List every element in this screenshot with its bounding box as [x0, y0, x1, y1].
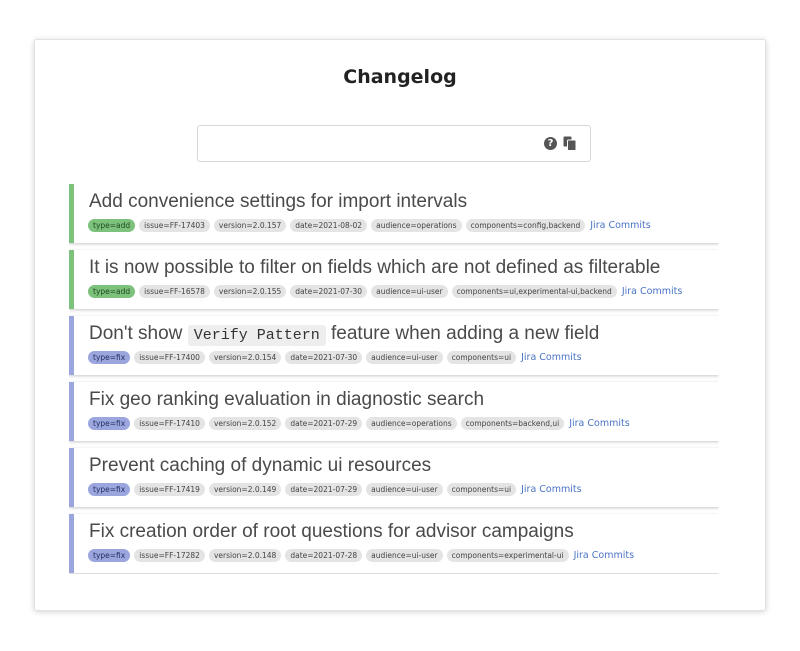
entry-tags: type=add issue=FF-17403 version=2.0.157 dat…	[88, 219, 651, 232]
entry-title: Prevent caching of dynamic ui resources	[89, 455, 431, 477]
filter-tag[interactable]: date=2021-07-30	[285, 351, 363, 364]
filter-tag[interactable]: components=ui,experimental-ui,backend	[451, 285, 617, 298]
jira-commits-link[interactable]: Jira Commits	[590, 220, 650, 231]
changelog-list: Add convenience settings for import inte…	[69, 184, 719, 574]
filter-tag[interactable]: issue=FF-17403	[139, 219, 210, 232]
entry-title-text: Add convenience settings for import inte…	[89, 191, 468, 212]
filter-tag[interactable]: version=2.0.154	[208, 351, 282, 364]
entry-title-text: Don't show	[89, 323, 188, 344]
entry-title: Fix creation order of root questions for…	[89, 521, 574, 543]
filter-tag[interactable]: components=experimental-ui	[446, 549, 569, 562]
filter-tag[interactable]: version=2.0.149	[208, 483, 282, 496]
filter-tag[interactable]: issue=FF-17400	[134, 351, 205, 364]
entry-title-code: Verify Pattern	[187, 325, 326, 346]
entry-title: Don't show Verify Pattern feature when a…	[89, 323, 600, 346]
entry-tags: type=fix issue=FF-17282 version=2.0.148 dat…	[88, 549, 634, 562]
jira-commits-link[interactable]: Jira Commits	[622, 286, 682, 297]
filter-tag[interactable]: date=2021-07-28	[285, 549, 363, 562]
entry-tags: type=add issue=FF-16578 version=2.0.155 dat…	[88, 285, 682, 298]
filter-tag[interactable]: components=backend,ui	[460, 417, 565, 430]
copy-icon[interactable]	[563, 136, 577, 151]
entry-title: Fix geo ranking evaluation in diagnostic…	[89, 389, 484, 411]
entry-title: Add convenience settings for import inte…	[89, 191, 467, 213]
jira-commits-link[interactable]: Jira Commits	[574, 550, 634, 561]
filter-tag[interactable]: audience=ui-user	[366, 483, 443, 496]
filter-tag[interactable]: components=ui	[446, 351, 517, 364]
filter-tag[interactable]: issue=FF-17410	[134, 417, 205, 430]
changelog-entry: Prevent caching of dynamic ui resources t…	[69, 448, 719, 507]
entry-tags: type=fix issue=FF-17410 version=2.0.152 dat…	[88, 417, 630, 430]
type-tag[interactable]: type=add	[88, 285, 136, 298]
entry-title-text: feature when adding a new field	[325, 323, 600, 344]
filter-tag[interactable]: audience=operations	[366, 417, 457, 430]
page-title: Changelog	[343, 66, 457, 88]
filter-tag[interactable]: date=2021-08-02	[290, 219, 368, 232]
jira-commits-link[interactable]: Jira Commits	[569, 418, 629, 429]
changelog-entry: Don't show Verify Pattern feature when a…	[69, 316, 719, 375]
filter-tag[interactable]: version=2.0.157	[213, 219, 287, 232]
filter-tag[interactable]: audience=ui-user	[366, 549, 443, 562]
question-circle-icon[interactable]: ?	[544, 137, 557, 150]
entry-tags: type=fix issue=FF-17419 version=2.0.149 dat…	[88, 483, 582, 496]
type-tag[interactable]: type=add	[88, 219, 136, 232]
search-box[interactable]: ?	[197, 125, 591, 162]
filter-tag[interactable]: issue=FF-17282	[134, 549, 205, 562]
entry-title-text: It is now possible to filter on fields w…	[89, 257, 661, 278]
filter-tag[interactable]: issue=FF-17419	[134, 483, 205, 496]
filter-tag[interactable]: version=2.0.152	[208, 417, 282, 430]
type-tag[interactable]: type=fix	[88, 351, 131, 364]
filter-tag[interactable]: audience=ui-user	[366, 351, 443, 364]
type-tag[interactable]: type=fix	[88, 549, 131, 562]
filter-tag[interactable]: version=2.0.155	[213, 285, 287, 298]
entry-tags: type=fix issue=FF-17400 version=2.0.154 dat…	[88, 351, 582, 364]
changelog-entry: It is now possible to filter on fields w…	[69, 250, 719, 309]
filter-tag[interactable]: version=2.0.148	[208, 549, 282, 562]
entry-title-text: Fix creation order of root questions for…	[89, 521, 574, 542]
filter-tag[interactable]: date=2021-07-29	[285, 483, 363, 496]
changelog-entry: Fix creation order of root questions for…	[69, 514, 719, 573]
search-input[interactable]	[198, 126, 528, 161]
type-tag[interactable]: type=fix	[88, 417, 131, 430]
entry-title: It is now possible to filter on fields w…	[89, 257, 660, 279]
type-tag[interactable]: type=fix	[88, 483, 131, 496]
jira-commits-link[interactable]: Jira Commits	[521, 352, 581, 363]
filter-tag[interactable]: components=ui	[446, 483, 517, 496]
filter-tag[interactable]: audience=operations	[371, 219, 462, 232]
jira-commits-link[interactable]: Jira Commits	[521, 484, 581, 495]
filter-tag[interactable]: audience=ui-user	[371, 285, 448, 298]
entry-title-text: Prevent caching of dynamic ui resources	[89, 455, 432, 476]
filter-tag[interactable]: date=2021-07-30	[290, 285, 368, 298]
filter-tag[interactable]: date=2021-07-29	[285, 417, 363, 430]
filter-tag[interactable]: components=config,backend	[465, 219, 586, 232]
changelog-entry: Fix geo ranking evaluation in diagnostic…	[69, 382, 719, 441]
changelog-entry: Add convenience settings for import inte…	[69, 184, 719, 243]
filter-tag[interactable]: issue=FF-16578	[139, 285, 210, 298]
changelog-card: Changelog ? Add convenience settings for…	[34, 39, 766, 611]
entry-title-text: Fix geo ranking evaluation in diagnostic…	[89, 389, 485, 410]
